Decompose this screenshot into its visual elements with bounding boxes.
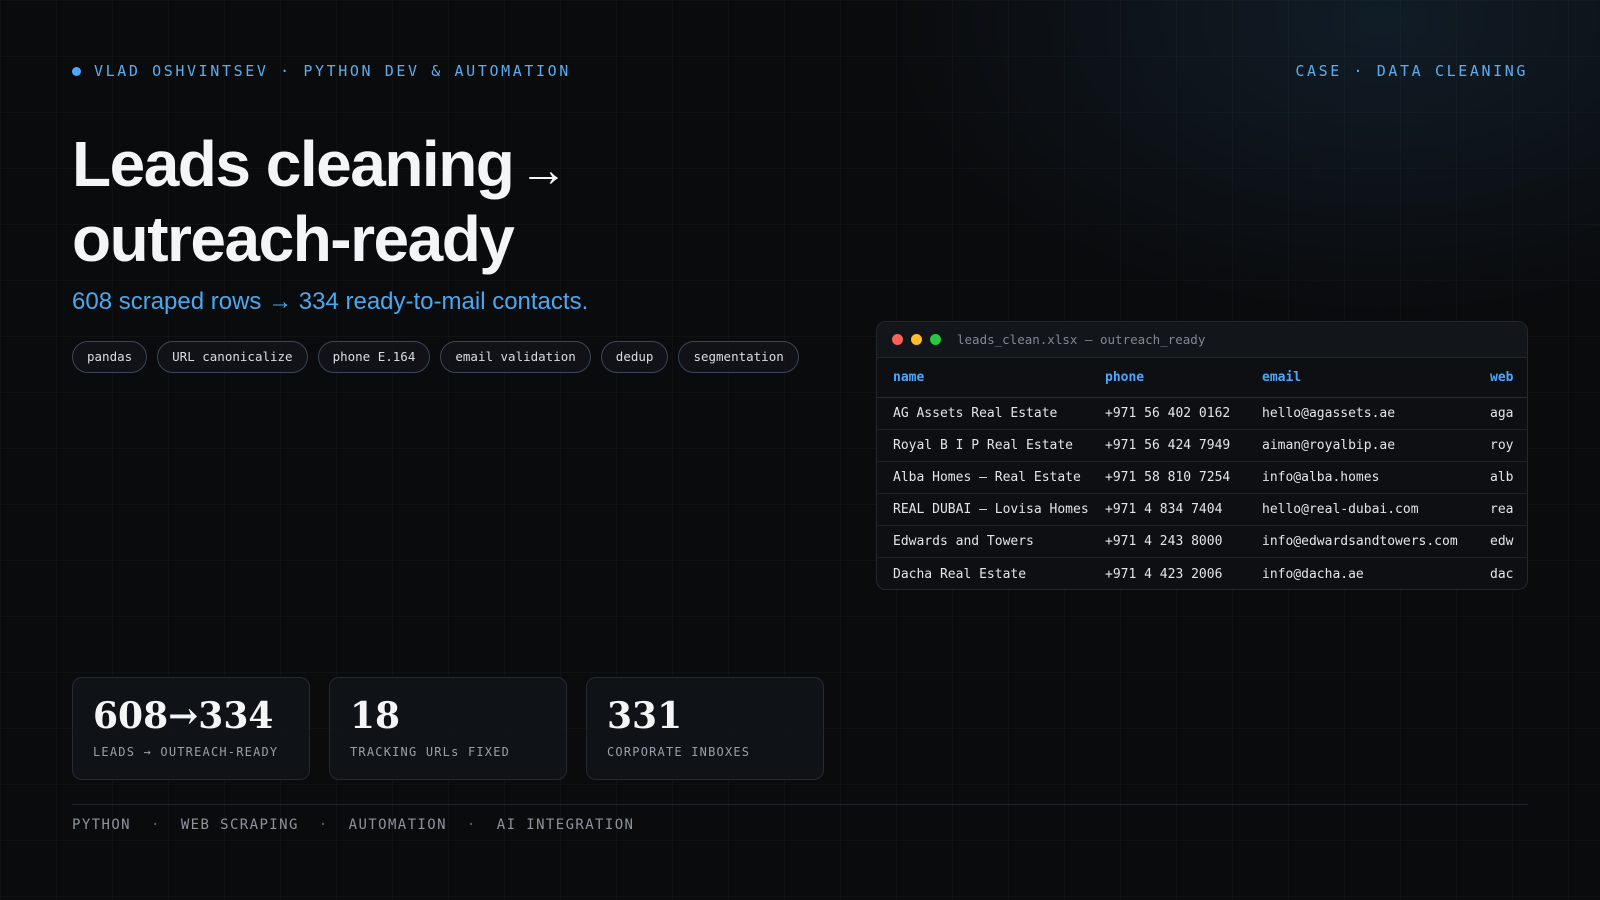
stat-label: CORPORATE INBOXES — [607, 745, 751, 759]
tag-chip: segmentation — [678, 341, 799, 373]
spreadsheet-window: leads_clean.xlsx — outreach_ready name p… — [876, 321, 1528, 590]
subtitle: 608 scraped rows → 334 ready-to-mail con… — [72, 288, 589, 315]
arrow-icon: → — [519, 144, 567, 197]
cell-web: roy — [1490, 438, 1514, 453]
maximize-dot-icon[interactable] — [930, 334, 941, 345]
footer-item: WEB SCRAPING — [180, 817, 299, 833]
tag-chip: email validation — [440, 341, 591, 373]
tag-list: pandas URL canonicalize phone E.164 emai… — [72, 341, 799, 373]
cell-email: hello@agassets.ae — [1262, 406, 1396, 421]
cell-phone: +971 58 810 7254 — [1105, 470, 1231, 485]
tag-chip: dedup — [600, 341, 669, 373]
table-row: REAL DUBAI — Lovisa Homes +971 4 834 740… — [877, 494, 1527, 526]
cell-name: Edwards and Towers — [893, 534, 1034, 549]
cell-email: aiman@royalbip.ae — [1262, 438, 1396, 453]
brand: VLAD OSHVINTSEV · PYTHON DEV & AUTOMATIO… — [72, 62, 571, 80]
status-dot-icon — [72, 66, 81, 76]
column-header-web: web — [1490, 370, 1514, 385]
page-title: Leads cleaning → outreach-ready — [72, 130, 792, 273]
footer-divider — [72, 804, 1528, 805]
cell-phone: +971 56 402 0162 — [1105, 406, 1231, 421]
leads-table: name phone email web AG Assets Real Esta… — [877, 358, 1527, 589]
stat-value: 18 — [350, 695, 401, 737]
minimize-dot-icon[interactable] — [911, 334, 922, 345]
tag-chip: phone E.164 — [317, 341, 431, 373]
case-label: CASE · DATA CLEANING — [1295, 62, 1528, 80]
top-bar: VLAD OSHVINTSEV · PYTHON DEV & AUTOMATIO… — [72, 62, 1528, 80]
stat-value: 331 — [607, 695, 683, 737]
tag-chip: URL canonicalize — [157, 341, 308, 373]
cell-phone: +971 4 834 7404 — [1105, 502, 1223, 517]
stat-label: TRACKING URLs FIXED — [350, 745, 511, 759]
footer-item: PYTHON — [72, 817, 131, 833]
cell-name: Alba Homes — Real Estate — [893, 470, 1081, 485]
footer-item: AUTOMATION — [348, 817, 447, 833]
title-line-1: Leads cleaning — [72, 128, 515, 200]
footer-separator: · — [466, 817, 477, 833]
cell-phone: +971 56 424 7949 — [1105, 438, 1231, 453]
cell-web: edw — [1490, 534, 1514, 549]
cell-name: AG Assets Real Estate — [893, 406, 1058, 421]
footer-skills: PYTHON · WEB SCRAPING · AUTOMATION · AI … — [72, 817, 634, 833]
cell-phone: +971 4 243 8000 — [1105, 534, 1223, 549]
footer-item: AI INTEGRATION — [496, 817, 635, 833]
tag-chip: pandas — [72, 341, 148, 373]
stat-value: 608→334 — [93, 695, 274, 737]
table-row: Alba Homes — Real Estate +971 58 810 725… — [877, 462, 1527, 494]
cell-name: REAL DUBAI — Lovisa Homes — [893, 502, 1089, 517]
column-header-phone: phone — [1105, 370, 1145, 385]
cell-name: Dacha Real Estate — [893, 566, 1027, 582]
window-title-bar: leads_clean.xlsx — outreach_ready — [877, 322, 1527, 358]
column-header-name: name — [893, 370, 925, 385]
stat-card-inboxes: 331 CORPORATE INBOXES — [586, 677, 824, 780]
stats-row: 608→334 LEADS → OUTREACH-READY 18 TRACKI… — [72, 677, 824, 780]
cell-email: info@dacha.ae — [1262, 566, 1364, 582]
close-dot-icon[interactable] — [892, 334, 903, 345]
column-header-email: email — [1262, 370, 1302, 385]
cell-web: aga — [1490, 406, 1514, 421]
cell-email: info@edwardsandtowers.com — [1262, 534, 1458, 549]
table-header-row: name phone email web — [877, 358, 1527, 398]
table-row: Edwards and Towers +971 4 243 8000 info@… — [877, 526, 1527, 558]
cell-phone: +971 4 423 2006 — [1105, 566, 1223, 582]
title-line-2: outreach-ready — [72, 203, 515, 275]
cell-email: info@alba.homes — [1262, 470, 1380, 485]
stat-label: LEADS → OUTREACH-READY — [93, 745, 279, 759]
table-row: Royal B I P Real Estate +971 56 424 7949… — [877, 430, 1527, 462]
cell-web: dac — [1490, 566, 1514, 582]
footer-separator: · — [150, 817, 161, 833]
cell-name: Royal B I P Real Estate — [893, 438, 1074, 453]
table-row: AG Assets Real Estate +971 56 402 0162 h… — [877, 398, 1527, 430]
brand-text: VLAD OSHVINTSEV · PYTHON DEV & AUTOMATIO… — [94, 62, 571, 80]
stat-card-leads: 608→334 LEADS → OUTREACH-READY — [72, 677, 310, 780]
window-title: leads_clean.xlsx — outreach_ready — [957, 332, 1206, 347]
table-row: Dacha Real Estate +971 4 423 2006 info@d… — [877, 558, 1527, 589]
cell-email: hello@real-dubai.com — [1262, 502, 1419, 517]
stat-card-urls: 18 TRACKING URLs FIXED — [329, 677, 567, 780]
cell-web: rea — [1490, 502, 1514, 517]
footer-separator: · — [318, 817, 329, 833]
cell-web: alb — [1490, 470, 1514, 485]
